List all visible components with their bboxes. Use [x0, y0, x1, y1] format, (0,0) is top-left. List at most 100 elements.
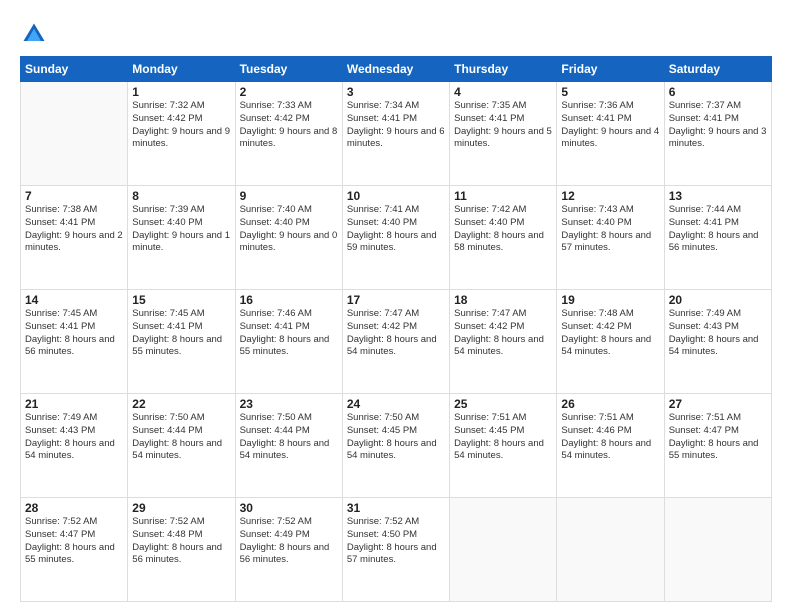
calendar-cell: 23Sunrise: 7:50 AMSunset: 4:44 PMDayligh… — [235, 394, 342, 498]
cell-info: Sunrise: 7:40 AMSunset: 4:40 PMDaylight:… — [240, 204, 338, 255]
cell-info: Sunrise: 7:33 AMSunset: 4:42 PMDaylight:… — [240, 100, 338, 151]
cell-day-number: 7 — [25, 189, 123, 203]
week-row-1: 1Sunrise: 7:32 AMSunset: 4:42 PMDaylight… — [21, 82, 772, 186]
cell-info: Sunrise: 7:45 AMSunset: 4:41 PMDaylight:… — [25, 308, 123, 359]
cell-info: Sunrise: 7:46 AMSunset: 4:41 PMDaylight:… — [240, 308, 338, 359]
cell-day-number: 2 — [240, 85, 338, 99]
week-row-4: 21Sunrise: 7:49 AMSunset: 4:43 PMDayligh… — [21, 394, 772, 498]
cell-day-number: 14 — [25, 293, 123, 307]
cell-info: Sunrise: 7:34 AMSunset: 4:41 PMDaylight:… — [347, 100, 445, 151]
cell-day-number: 5 — [561, 85, 659, 99]
cell-info: Sunrise: 7:52 AMSunset: 4:49 PMDaylight:… — [240, 516, 338, 567]
cell-info: Sunrise: 7:51 AMSunset: 4:47 PMDaylight:… — [669, 412, 767, 463]
cell-day-number: 19 — [561, 293, 659, 307]
cell-day-number: 28 — [25, 501, 123, 515]
calendar-cell: 2Sunrise: 7:33 AMSunset: 4:42 PMDaylight… — [235, 82, 342, 186]
cell-info: Sunrise: 7:52 AMSunset: 4:47 PMDaylight:… — [25, 516, 123, 567]
cell-info: Sunrise: 7:35 AMSunset: 4:41 PMDaylight:… — [454, 100, 552, 151]
calendar-cell — [21, 82, 128, 186]
calendar-cell — [664, 498, 771, 602]
calendar-cell: 26Sunrise: 7:51 AMSunset: 4:46 PMDayligh… — [557, 394, 664, 498]
cell-day-number: 10 — [347, 189, 445, 203]
cell-day-number: 13 — [669, 189, 767, 203]
cell-day-number: 18 — [454, 293, 552, 307]
cell-info: Sunrise: 7:52 AMSunset: 4:50 PMDaylight:… — [347, 516, 445, 567]
calendar-cell: 3Sunrise: 7:34 AMSunset: 4:41 PMDaylight… — [342, 82, 449, 186]
calendar-cell: 10Sunrise: 7:41 AMSunset: 4:40 PMDayligh… — [342, 186, 449, 290]
week-row-5: 28Sunrise: 7:52 AMSunset: 4:47 PMDayligh… — [21, 498, 772, 602]
logo — [20, 20, 52, 48]
cell-info: Sunrise: 7:49 AMSunset: 4:43 PMDaylight:… — [25, 412, 123, 463]
cell-day-number: 31 — [347, 501, 445, 515]
cell-info: Sunrise: 7:37 AMSunset: 4:41 PMDaylight:… — [669, 100, 767, 151]
cell-info: Sunrise: 7:50 AMSunset: 4:44 PMDaylight:… — [132, 412, 230, 463]
calendar-cell — [557, 498, 664, 602]
header — [20, 16, 772, 48]
calendar-cell: 4Sunrise: 7:35 AMSunset: 4:41 PMDaylight… — [450, 82, 557, 186]
calendar-cell: 31Sunrise: 7:52 AMSunset: 4:50 PMDayligh… — [342, 498, 449, 602]
cell-info: Sunrise: 7:41 AMSunset: 4:40 PMDaylight:… — [347, 204, 445, 255]
cell-day-number: 12 — [561, 189, 659, 203]
calendar-cell: 28Sunrise: 7:52 AMSunset: 4:47 PMDayligh… — [21, 498, 128, 602]
cell-info: Sunrise: 7:50 AMSunset: 4:45 PMDaylight:… — [347, 412, 445, 463]
calendar-cell: 7Sunrise: 7:38 AMSunset: 4:41 PMDaylight… — [21, 186, 128, 290]
calendar-cell: 17Sunrise: 7:47 AMSunset: 4:42 PMDayligh… — [342, 290, 449, 394]
cell-day-number: 23 — [240, 397, 338, 411]
cell-info: Sunrise: 7:51 AMSunset: 4:46 PMDaylight:… — [561, 412, 659, 463]
calendar-cell: 9Sunrise: 7:40 AMSunset: 4:40 PMDaylight… — [235, 186, 342, 290]
calendar-cell: 14Sunrise: 7:45 AMSunset: 4:41 PMDayligh… — [21, 290, 128, 394]
cell-info: Sunrise: 7:50 AMSunset: 4:44 PMDaylight:… — [240, 412, 338, 463]
cell-day-number: 6 — [669, 85, 767, 99]
calendar-cell: 6Sunrise: 7:37 AMSunset: 4:41 PMDaylight… — [664, 82, 771, 186]
cell-day-number: 26 — [561, 397, 659, 411]
cell-info: Sunrise: 7:44 AMSunset: 4:41 PMDaylight:… — [669, 204, 767, 255]
calendar-cell: 19Sunrise: 7:48 AMSunset: 4:42 PMDayligh… — [557, 290, 664, 394]
cell-info: Sunrise: 7:36 AMSunset: 4:41 PMDaylight:… — [561, 100, 659, 151]
calendar-cell: 12Sunrise: 7:43 AMSunset: 4:40 PMDayligh… — [557, 186, 664, 290]
calendar-cell: 1Sunrise: 7:32 AMSunset: 4:42 PMDaylight… — [128, 82, 235, 186]
cell-info: Sunrise: 7:47 AMSunset: 4:42 PMDaylight:… — [454, 308, 552, 359]
weekday-header-thursday: Thursday — [450, 57, 557, 82]
cell-day-number: 21 — [25, 397, 123, 411]
cell-day-number: 4 — [454, 85, 552, 99]
calendar-cell: 8Sunrise: 7:39 AMSunset: 4:40 PMDaylight… — [128, 186, 235, 290]
calendar-page: SundayMondayTuesdayWednesdayThursdayFrid… — [0, 0, 792, 612]
cell-day-number: 20 — [669, 293, 767, 307]
cell-info: Sunrise: 7:39 AMSunset: 4:40 PMDaylight:… — [132, 204, 230, 255]
cell-day-number: 29 — [132, 501, 230, 515]
calendar-cell: 20Sunrise: 7:49 AMSunset: 4:43 PMDayligh… — [664, 290, 771, 394]
cell-day-number: 3 — [347, 85, 445, 99]
cell-info: Sunrise: 7:42 AMSunset: 4:40 PMDaylight:… — [454, 204, 552, 255]
calendar-cell: 18Sunrise: 7:47 AMSunset: 4:42 PMDayligh… — [450, 290, 557, 394]
cell-day-number: 16 — [240, 293, 338, 307]
calendar-cell: 5Sunrise: 7:36 AMSunset: 4:41 PMDaylight… — [557, 82, 664, 186]
weekday-header-monday: Monday — [128, 57, 235, 82]
cell-info: Sunrise: 7:49 AMSunset: 4:43 PMDaylight:… — [669, 308, 767, 359]
calendar-cell — [450, 498, 557, 602]
calendar-cell: 15Sunrise: 7:45 AMSunset: 4:41 PMDayligh… — [128, 290, 235, 394]
cell-day-number: 1 — [132, 85, 230, 99]
weekday-header-tuesday: Tuesday — [235, 57, 342, 82]
cell-day-number: 9 — [240, 189, 338, 203]
cell-info: Sunrise: 7:32 AMSunset: 4:42 PMDaylight:… — [132, 100, 230, 151]
calendar-cell: 30Sunrise: 7:52 AMSunset: 4:49 PMDayligh… — [235, 498, 342, 602]
cell-day-number: 24 — [347, 397, 445, 411]
cell-info: Sunrise: 7:52 AMSunset: 4:48 PMDaylight:… — [132, 516, 230, 567]
cell-day-number: 15 — [132, 293, 230, 307]
cell-info: Sunrise: 7:38 AMSunset: 4:41 PMDaylight:… — [25, 204, 123, 255]
cell-info: Sunrise: 7:51 AMSunset: 4:45 PMDaylight:… — [454, 412, 552, 463]
weekday-header-friday: Friday — [557, 57, 664, 82]
cell-info: Sunrise: 7:48 AMSunset: 4:42 PMDaylight:… — [561, 308, 659, 359]
week-row-2: 7Sunrise: 7:38 AMSunset: 4:41 PMDaylight… — [21, 186, 772, 290]
calendar-cell: 24Sunrise: 7:50 AMSunset: 4:45 PMDayligh… — [342, 394, 449, 498]
cell-day-number: 22 — [132, 397, 230, 411]
weekday-header-row: SundayMondayTuesdayWednesdayThursdayFrid… — [21, 57, 772, 82]
cell-info: Sunrise: 7:43 AMSunset: 4:40 PMDaylight:… — [561, 204, 659, 255]
weekday-header-saturday: Saturday — [664, 57, 771, 82]
cell-day-number: 25 — [454, 397, 552, 411]
calendar-cell: 11Sunrise: 7:42 AMSunset: 4:40 PMDayligh… — [450, 186, 557, 290]
cell-day-number: 30 — [240, 501, 338, 515]
cell-info: Sunrise: 7:45 AMSunset: 4:41 PMDaylight:… — [132, 308, 230, 359]
calendar-table: SundayMondayTuesdayWednesdayThursdayFrid… — [20, 56, 772, 602]
calendar-cell: 16Sunrise: 7:46 AMSunset: 4:41 PMDayligh… — [235, 290, 342, 394]
